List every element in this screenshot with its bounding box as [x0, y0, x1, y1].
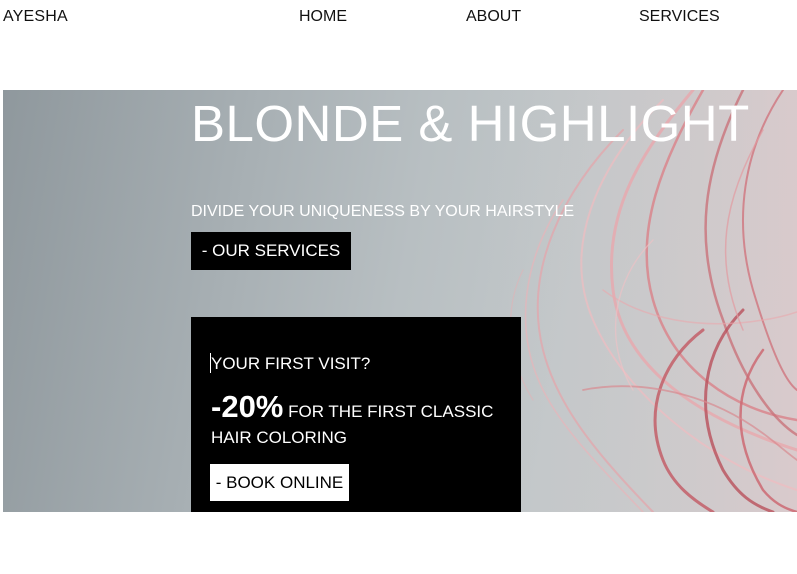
hero-banner: BLONDE & HIGHLIGHT DIVIDE YOUR UNIQUENES…: [3, 90, 797, 512]
hero-title: BLONDE & HIGHLIGHT: [191, 95, 750, 152]
promo-offer: -20% FOR THE FIRST CLASSIC HAIR COLORING: [211, 391, 511, 451]
page: AYESHA HOME ABOUT SERVICES BLONDE & HIGH…: [0, 0, 797, 574]
book-online-button[interactable]: - BOOK ONLINE: [210, 464, 349, 501]
promo-question: YOUR FIRST VISIT?: [211, 354, 371, 373]
brand-logo[interactable]: AYESHA: [3, 8, 68, 26]
nav-about-link[interactable]: ABOUT: [466, 8, 521, 26]
nav-services-link[interactable]: SERVICES: [639, 8, 720, 26]
hero-subtitle: DIVIDE YOUR UNIQUENESS BY YOUR HAIRSTYLE: [191, 203, 575, 220]
nav-home-link[interactable]: HOME: [299, 8, 347, 26]
first-visit-promo: YOUR FIRST VISIT? -20% FOR THE FIRST CLA…: [191, 317, 521, 512]
our-services-button[interactable]: - OUR SERVICES: [191, 232, 351, 270]
promo-discount: -20%: [211, 389, 284, 424]
